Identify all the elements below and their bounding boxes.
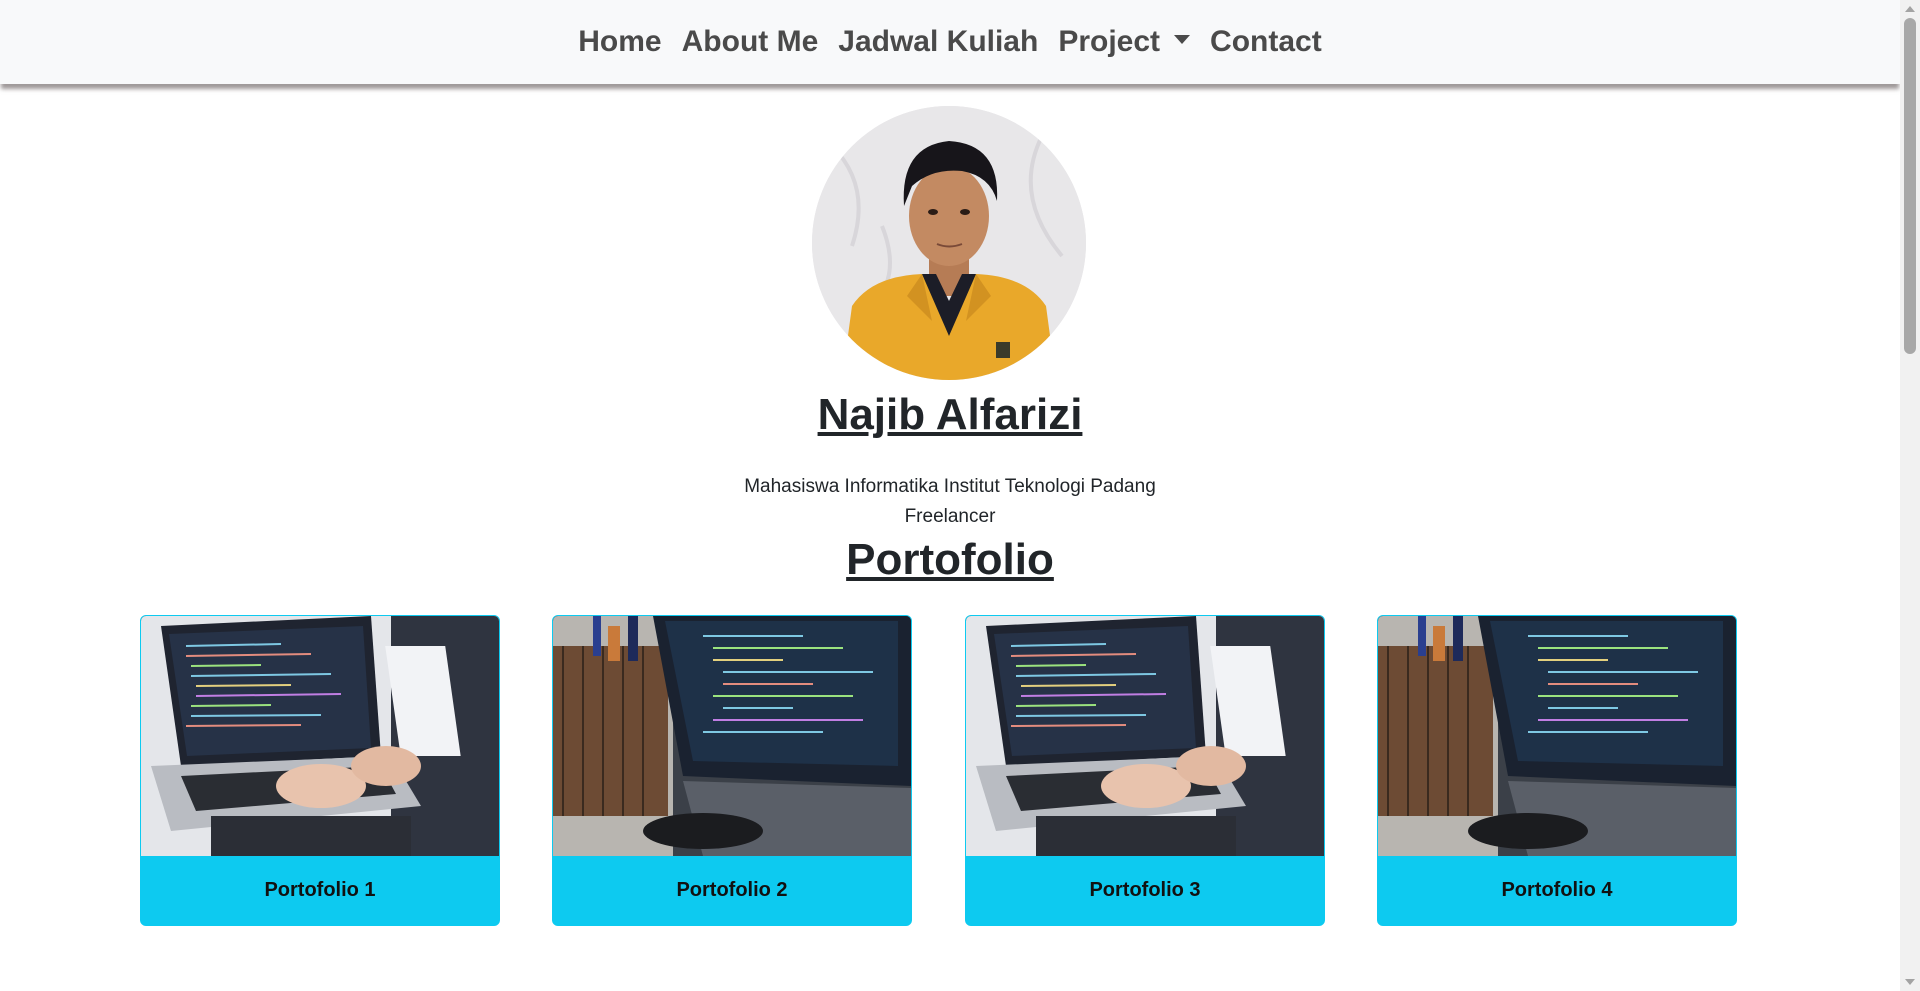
nav-label: About Me [681, 25, 819, 58]
portfolio-card-image [553, 616, 911, 856]
scroll-down-arrow-icon[interactable] [1905, 979, 1915, 985]
profile-name: Najib Alfarizi [817, 390, 1083, 439]
portfolio-card[interactable]: Portofolio 4 [1377, 615, 1737, 926]
nav-label: Contact [1210, 25, 1322, 58]
nav-label: Project [1058, 25, 1161, 58]
profile-avatar [812, 106, 1086, 380]
page: Home About Me Jadwal Kuliah Project Cont… [0, 0, 1920, 991]
avatar-photo [812, 106, 1086, 380]
nav-label: Home [578, 25, 662, 58]
profile-description: Mahasiswa Informatika Institut Teknologi… [0, 472, 1900, 532]
nav-link-jadwal[interactable]: Jadwal Kuliah [828, 25, 1048, 59]
scroll-up-arrow-icon[interactable] [1905, 6, 1915, 12]
portfolio-card-label: Portofolio 2 [676, 879, 788, 901]
nav-dropdown-project[interactable]: Project [1048, 25, 1200, 59]
portfolio-card-label: Portofolio 1 [264, 879, 376, 901]
portfolio-card-image [1378, 616, 1736, 856]
nav-link-about[interactable]: About Me [672, 25, 829, 59]
portfolio-card-image [141, 616, 499, 856]
scroll-thumb[interactable] [1904, 18, 1916, 354]
portfolio-card-label: Portofolio 4 [1501, 879, 1613, 901]
nav-link-home[interactable]: Home [568, 25, 671, 59]
portfolio-card-image [966, 616, 1324, 856]
portfolio-card-label: Portofolio 3 [1089, 879, 1201, 901]
caret-down-icon [1174, 34, 1191, 44]
nav-label: Jadwal Kuliah [838, 25, 1039, 58]
nav-link-contact[interactable]: Contact [1200, 25, 1332, 59]
portfolio-card[interactable]: Portofolio 1 [140, 615, 500, 926]
portfolio-title: Portofolio [846, 535, 1054, 584]
nav-list: Home About Me Jadwal Kuliah Project Cont… [568, 25, 1331, 59]
vertical-scrollbar[interactable] [1900, 0, 1920, 991]
navbar: Home About Me Jadwal Kuliah Project Cont… [0, 0, 1900, 84]
portfolio-card[interactable]: Portofolio 3 [965, 615, 1325, 926]
portfolio-card[interactable]: Portofolio 2 [552, 615, 912, 926]
profile-description-line: Freelancer [904, 506, 996, 527]
profile-description-line: Mahasiswa Informatika Institut Teknologi… [744, 476, 1156, 497]
